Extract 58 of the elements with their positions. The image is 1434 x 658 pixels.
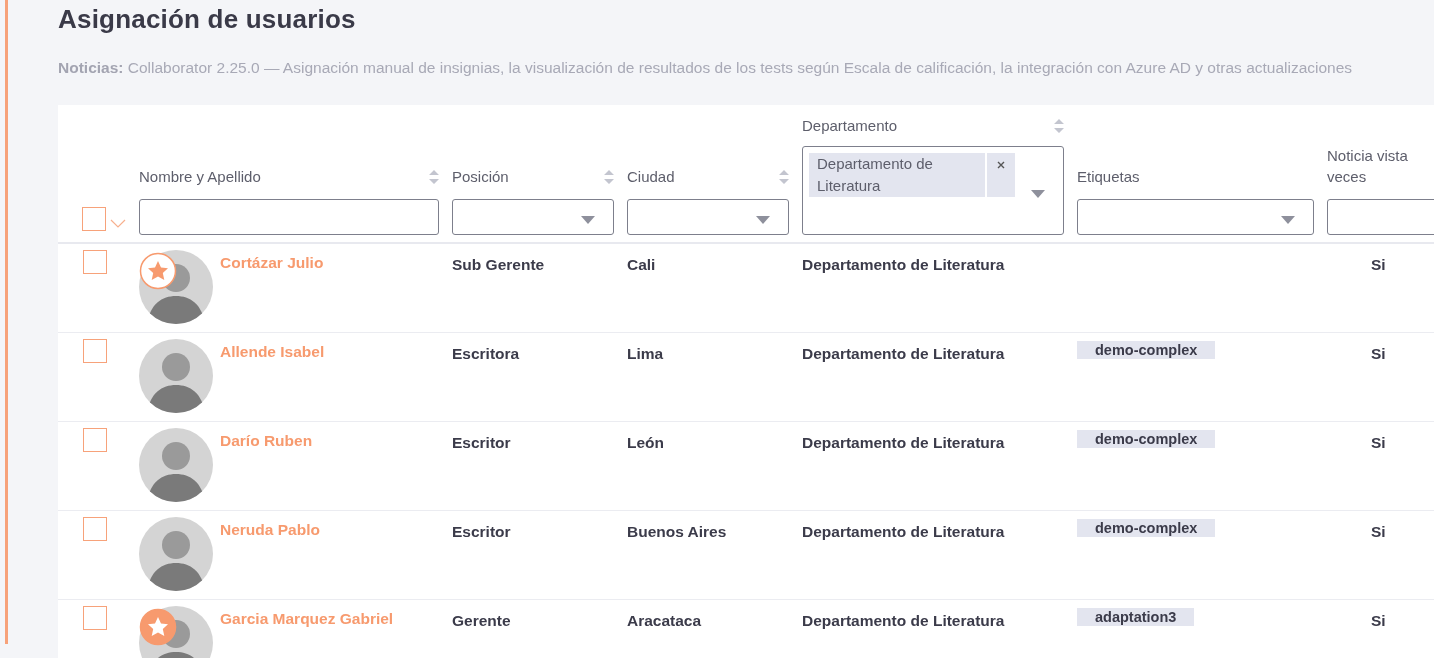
user-name-link[interactable]: Garcia Marquez Gabriel xyxy=(220,606,394,628)
department-text: Departamento de Literatura xyxy=(802,611,1005,630)
department-text: Departamento de Literatura xyxy=(802,433,1005,452)
seen-text: Si xyxy=(1371,433,1386,452)
sort-icon[interactable] xyxy=(604,169,614,184)
page-title: Asignación de usuarios xyxy=(58,3,357,35)
column-header: Nombre y Apellido xyxy=(139,167,261,187)
tag-label: adaptation3 xyxy=(1077,608,1195,626)
column-header: Etiquetas xyxy=(1077,167,1140,187)
user-name-link[interactable]: Cortázar Julio xyxy=(220,250,324,272)
caret-icon xyxy=(1031,190,1045,198)
column-header: Departamento xyxy=(802,116,898,136)
row-checkbox[interactable] xyxy=(83,250,107,274)
filter-dropdown[interactable] xyxy=(627,199,789,235)
sort-icon[interactable] xyxy=(1054,118,1064,133)
caret-icon xyxy=(581,216,595,224)
seen-text: Si xyxy=(1371,611,1386,630)
column-header: Posición xyxy=(452,167,509,187)
tag-label: demo-complex xyxy=(1077,341,1216,359)
position-text: Escritor xyxy=(452,433,511,452)
city-text: León xyxy=(627,433,665,452)
user-name-link[interactable]: Darío Ruben xyxy=(220,428,313,450)
sort-icon[interactable] xyxy=(779,169,789,184)
close-icon[interactable] xyxy=(997,161,1005,169)
position-text: Escritor xyxy=(452,522,511,541)
user-name-link[interactable]: Neruda Pablo xyxy=(220,517,320,539)
tag-label: demo-complex xyxy=(1077,430,1216,448)
city-text: Cali xyxy=(627,255,656,274)
select-all-checkbox[interactable] xyxy=(82,207,106,231)
chevron-down-icon[interactable] xyxy=(110,219,126,228)
city-text: Lima xyxy=(627,344,664,363)
row-checkbox[interactable] xyxy=(83,606,107,630)
city-text: Aracataca xyxy=(627,611,702,630)
sort-icon[interactable] xyxy=(429,169,439,184)
city-text: Buenos Aires xyxy=(627,522,727,541)
department-text: Departamento de Literatura xyxy=(802,344,1005,363)
row-checkbox[interactable] xyxy=(83,339,107,363)
position-text: Escritora xyxy=(452,344,520,363)
tag-label: demo-complex xyxy=(1077,519,1216,537)
department-text: Departamento de Literatura xyxy=(802,255,1005,274)
user-name-link[interactable]: Allende Isabel xyxy=(220,339,325,361)
caret-icon xyxy=(756,216,770,224)
row-checkbox[interactable] xyxy=(83,517,107,541)
seen-text: Si xyxy=(1371,522,1386,541)
search-field[interactable] xyxy=(139,199,439,235)
column-header: Noticia vista veces xyxy=(1327,146,1409,187)
filter-dropdown[interactable] xyxy=(1077,199,1314,235)
filter-multiselect[interactable]: Departamento de Literatura xyxy=(802,146,1064,235)
position-text: Gerente xyxy=(452,611,511,630)
department-text: Departamento de Literatura xyxy=(802,522,1005,541)
caret-icon xyxy=(1281,216,1295,224)
news-text: Noticias: Collaborator 2.25.0 — Asignación manual de insignias, la visualización de resultados de los tests según Escala de calificación, la integración con Azure AD y otras actualizaciones xyxy=(58,59,1354,77)
position-text: Sub Gerente xyxy=(452,255,545,274)
seen-text: Si xyxy=(1371,344,1386,363)
row-checkbox[interactable] xyxy=(83,428,107,452)
column-header: Ciudad xyxy=(627,167,675,187)
filter-dropdown[interactable] xyxy=(452,199,614,235)
seen-text: Si xyxy=(1371,255,1386,274)
